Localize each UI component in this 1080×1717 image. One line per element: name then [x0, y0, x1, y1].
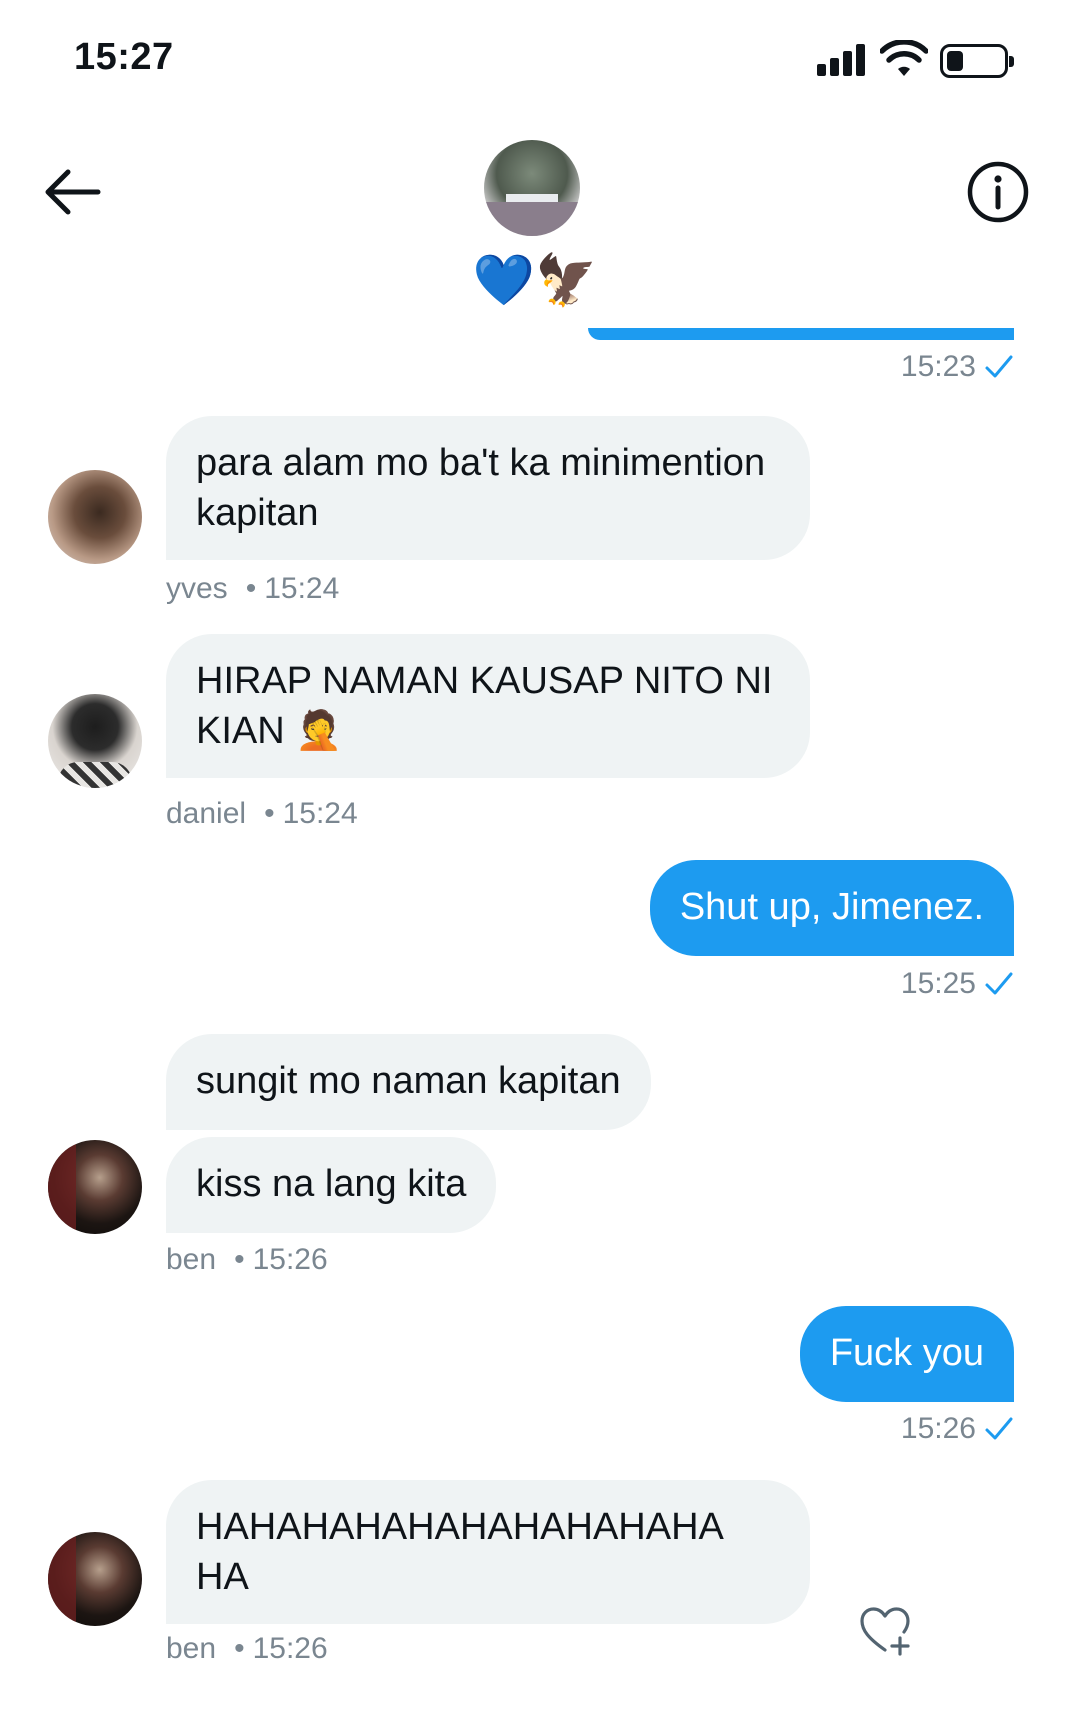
cellular-signal-icon: [817, 42, 867, 76]
meta-separator: •: [245, 572, 257, 605]
sent-check-icon: [985, 972, 1013, 995]
sender-name: daniel: [166, 797, 247, 830]
info-button[interactable]: [966, 160, 1030, 224]
status-time: 15:27: [74, 36, 174, 78]
message-bubble[interactable]: sungit mo naman kapitan: [166, 1034, 651, 1130]
message-text: Fuck you: [829, 1332, 984, 1374]
sender-name: ben: [166, 1243, 217, 1276]
message-bubble[interactable]: HAHAHAHAHAHAHAHAHAHA HA: [166, 1480, 810, 1624]
message-text: para alam mo ba't ka minimention kapitan: [196, 442, 766, 534]
wifi-icon: [880, 40, 928, 76]
avatar-yves[interactable]: [48, 470, 142, 564]
avatar-daniel[interactable]: [48, 694, 142, 788]
avatar-ben[interactable]: [48, 1532, 142, 1626]
sender-name: ben: [166, 1632, 217, 1665]
message-text: sungit mo naman kapitan: [196, 1060, 621, 1102]
message-meta: 15:25: [901, 967, 1014, 1001]
arrow-left-icon: [45, 169, 101, 215]
message-time: 15:24: [264, 572, 340, 605]
meta-separator: •: [234, 1632, 245, 1665]
message-meta: ben • 15:26: [166, 1243, 328, 1277]
message-bubble[interactable]: kiss na lang kita: [166, 1137, 497, 1233]
info-circle-icon: [967, 161, 1029, 223]
message-meta: daniel • 15:24: [166, 797, 358, 831]
message-bubble[interactable]: Shut up, Jimenez.: [649, 860, 1014, 956]
meta-separator: •: [264, 797, 275, 830]
react-button[interactable]: [858, 1604, 912, 1658]
message-bubble[interactable]: para alam mo ba't ka minimention kapitan: [166, 416, 810, 560]
message-time: 15:26: [900, 1412, 976, 1445]
back-button[interactable]: [40, 160, 104, 224]
sender-name: yves: [166, 572, 228, 605]
previous-message-bubble[interactable]: [588, 328, 1014, 340]
message-text: HAHAHAHAHAHAHAHAHAHA HA: [196, 1506, 722, 1598]
message-text: Shut up, Jimenez.: [679, 886, 984, 928]
group-name[interactable]: 💙🦅: [470, 250, 600, 310]
message-time: 15:26: [252, 1243, 328, 1276]
message-time: 15:23: [900, 350, 976, 383]
message-bubble[interactable]: HIRAP NAMAN KAUSAP NITO NI KIAN 🤦: [166, 634, 810, 778]
message-time: 15:25: [900, 967, 976, 1000]
avatar-ben[interactable]: [48, 1140, 142, 1234]
message-text: HIRAP NAMAN KAUSAP NITO NI KIAN 🤦: [196, 660, 773, 752]
message-meta: yves • 15:24: [166, 572, 339, 606]
sent-check-icon: [985, 355, 1013, 378]
battery-icon: [940, 44, 1014, 78]
sent-check-icon: [985, 1417, 1013, 1440]
message-time: 15:24: [282, 797, 358, 830]
message-text: kiss na lang kita: [196, 1163, 467, 1205]
message-meta: 15:23: [901, 350, 1014, 384]
message-meta: 15:26: [901, 1412, 1014, 1446]
message-meta: ben • 15:26: [166, 1632, 328, 1666]
message-time: 15:26: [252, 1632, 328, 1665]
message-bubble[interactable]: Fuck you: [799, 1306, 1014, 1402]
meta-separator: •: [234, 1243, 245, 1276]
heart-add-icon: [860, 1607, 910, 1656]
group-avatar[interactable]: [484, 140, 580, 236]
